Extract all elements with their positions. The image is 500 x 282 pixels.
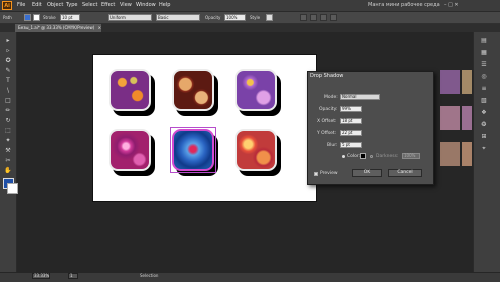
offscreen-artwork <box>462 142 472 166</box>
window-controls[interactable]: – □ ✕ <box>444 2 459 8</box>
ok-button[interactable]: OK <box>352 169 382 177</box>
illustrator-logo: Ai <box>2 1 12 10</box>
darkness-field[interactable]: 100% <box>402 153 420 159</box>
darkness-label: Darkness: <box>376 154 399 159</box>
transform-icon[interactable] <box>310 14 317 21</box>
appearance-panel-icon[interactable]: ❂ <box>479 120 489 130</box>
brush-definition[interactable]: Basic <box>156 14 200 21</box>
opacity-label[interactable]: Opacity <box>205 15 220 20</box>
pattern-tile-red-orange-circles[interactable] <box>235 129 277 171</box>
preview-checkbox[interactable] <box>314 172 318 176</box>
menu-view[interactable]: View <box>120 2 132 8</box>
workspace-title[interactable]: Манга мини рабочее среда <box>368 2 440 8</box>
rectangle-tool-icon[interactable]: □ <box>3 96 13 105</box>
stroke-panel-icon[interactable]: ≡ <box>479 84 489 94</box>
variable-width-profile[interactable]: Uniform <box>108 14 152 21</box>
pattern-tile-magenta-swirls[interactable] <box>109 129 151 171</box>
pattern-tile-purple-floral[interactable] <box>109 69 151 111</box>
style-label: Style <box>250 15 261 20</box>
offscreen-artwork <box>440 106 460 130</box>
selection-bounding-box[interactable] <box>170 127 216 173</box>
mode-label: Mode: <box>324 95 338 100</box>
magic-wand-tool-icon[interactable]: ✪ <box>3 56 13 65</box>
symbol-sprayer-tool-icon[interactable]: ✦ <box>3 136 13 145</box>
drop-shadow-dialog <box>307 71 434 185</box>
pencil-tool-icon[interactable]: ✏ <box>3 106 13 115</box>
stroke-weight-field[interactable]: 10 pt <box>60 14 80 21</box>
selection-type-label: Path <box>3 15 12 20</box>
recolor-icon[interactable] <box>320 14 327 21</box>
color-panel-icon[interactable]: ▤ <box>479 36 489 46</box>
blur-field[interactable]: 5 pt <box>340 142 362 148</box>
menu-help[interactable]: Help <box>159 2 170 8</box>
mode-select[interactable]: Normal <box>340 94 380 100</box>
menu-object[interactable]: Object <box>47 2 63 8</box>
scissors-tool-icon[interactable]: ✂ <box>3 156 13 165</box>
selection-tool-icon[interactable]: ▸ <box>3 36 13 45</box>
document-tab-label: Безы_1.ai* @ 33.33% (CMYK/Preview) <box>18 25 95 30</box>
direct-selection-tool-icon[interactable]: ▹ <box>3 46 13 55</box>
style-swatch[interactable] <box>266 14 273 21</box>
dialog-title[interactable]: Drop Shadow <box>310 73 343 79</box>
x-offset-field[interactable]: 18 pt <box>340 118 362 124</box>
align-icon[interactable] <box>300 14 307 21</box>
pattern-tile-violet-flowers[interactable] <box>235 69 277 111</box>
shadow-color-swatch[interactable] <box>360 153 366 159</box>
menu-select[interactable]: Select <box>82 2 97 8</box>
layers-panel-icon[interactable]: ⊞ <box>479 132 489 142</box>
opacity-field[interactable]: 99% <box>340 106 362 112</box>
gradient-panel-icon[interactable]: ▧ <box>479 96 489 106</box>
close-icon[interactable]: × <box>98 25 101 30</box>
fill-swatch[interactable] <box>24 14 31 21</box>
cancel-button[interactable]: Cancel <box>388 169 422 177</box>
isolate-icon[interactable] <box>330 14 337 21</box>
type-tool-icon[interactable]: T <box>3 76 13 85</box>
rotate-tool-icon[interactable]: ↻ <box>3 116 13 125</box>
stroke-swatch[interactable] <box>33 14 40 21</box>
x-offset-label: X Offset: <box>317 119 337 124</box>
color-radio[interactable] <box>342 155 345 158</box>
artboards-panel-icon[interactable]: ⌖ <box>479 144 489 154</box>
menu-file[interactable]: File <box>17 2 25 8</box>
zoom-level-field[interactable]: 33.33% <box>32 273 50 279</box>
offscreen-artwork <box>462 106 472 130</box>
swatches-panel-icon[interactable]: ▦ <box>479 48 489 58</box>
menu-window[interactable]: Window <box>136 2 156 8</box>
opacity-field[interactable]: 100% <box>224 14 246 21</box>
line-tool-icon[interactable]: \ <box>3 86 13 95</box>
menu-edit[interactable]: Edit <box>32 2 42 8</box>
blur-label: Blur: <box>327 143 338 148</box>
preview-label: Preview <box>320 171 338 176</box>
y-offset-field[interactable]: 22 pt <box>340 130 362 136</box>
transparency-panel-icon[interactable]: ❖ <box>479 108 489 118</box>
document-tab[interactable]: Безы_1.ai* @ 33.33% (CMYK/Preview) × <box>15 24 101 32</box>
stroke-label: Stroke <box>43 15 56 20</box>
color-label: Color: <box>347 154 361 159</box>
stroke-color-box[interactable] <box>7 183 18 194</box>
menu-effect[interactable]: Effect <box>101 2 115 8</box>
brushes-panel-icon[interactable]: ☰ <box>479 60 489 70</box>
pattern-tile-brown-mandala[interactable] <box>172 69 214 111</box>
free-transform-tool-icon[interactable]: ⬚ <box>3 126 13 135</box>
y-offset-label: Y Offset: <box>317 131 337 136</box>
pen-tool-icon[interactable]: ✎ <box>3 66 13 75</box>
offscreen-artwork <box>440 142 460 166</box>
hand-tool-icon[interactable]: ✋ <box>3 166 13 175</box>
artboard-number-field[interactable]: 1 <box>68 273 78 279</box>
symbols-panel-icon[interactable]: ◎ <box>479 72 489 82</box>
opacity-label: Opacity: <box>319 107 338 112</box>
darkness-radio[interactable] <box>370 155 373 158</box>
graph-tool-icon[interactable]: ⚒ <box>3 146 13 155</box>
offscreen-artwork <box>440 70 460 94</box>
menu-type[interactable]: Type <box>66 2 77 8</box>
current-tool-status[interactable]: Selection <box>140 273 158 278</box>
offscreen-artwork <box>462 70 472 94</box>
